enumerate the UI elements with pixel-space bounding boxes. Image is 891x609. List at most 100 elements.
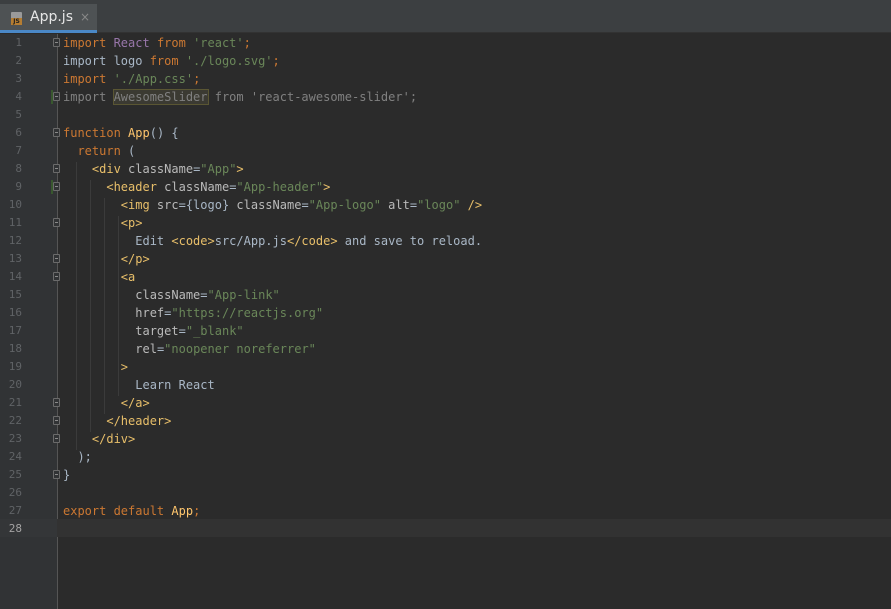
code-text: <p> [63, 214, 143, 232]
code-token: <code> [171, 234, 215, 248]
code-token: <a [120, 270, 136, 284]
code-editor[interactable]: 1 import React from 'react'; 2 import logo … [0, 34, 891, 609]
code-token: className [135, 288, 201, 302]
code-line[interactable]: 13 </p> [0, 250, 891, 268]
code-line[interactable]: 17 target="_blank" [0, 322, 891, 340]
code-text: import React from 'react'; [63, 34, 251, 52]
code-token: App [171, 504, 194, 518]
code-text: } [63, 466, 70, 484]
code-token: "noopener noreferrer" [164, 342, 316, 356]
fold-toggle-icon[interactable] [53, 218, 60, 227]
code-token: ; [193, 504, 201, 518]
code-line[interactable]: 6 function App() { [0, 124, 891, 142]
code-token: = [301, 198, 309, 212]
fold-toggle-icon[interactable] [53, 434, 60, 443]
code-line[interactable]: 7 return ( [0, 142, 891, 160]
code-token: import logo [63, 54, 150, 68]
tab-app-js[interactable]: App.js × [0, 4, 97, 33]
code-line[interactable]: 2 import logo from './logo.svg'; [0, 52, 891, 70]
line-number: 9 [15, 180, 22, 193]
code-line[interactable]: 10 <img src={logo} className="App-logo" … [0, 196, 891, 214]
code-line[interactable]: 18 rel="noopener noreferrer" [0, 340, 891, 358]
line-number: 6 [15, 126, 22, 139]
editor-tab-bar: App.js × [0, 0, 891, 33]
code-line[interactable]: 14 <a [0, 268, 891, 286]
fold-toggle-icon[interactable] [53, 128, 60, 137]
code-line[interactable]: 21 </a> [0, 394, 891, 412]
line-number: 25 [8, 468, 22, 481]
code-token: "logo" [417, 198, 468, 212]
code-token: AwesomeSlider [112, 89, 209, 105]
code-token: ; [409, 90, 418, 104]
code-token: './logo.svg' [185, 54, 273, 68]
fold-toggle-icon[interactable] [53, 416, 60, 425]
code-text: <div className="App"> [63, 160, 244, 178]
code-token: "_blank" [185, 324, 244, 338]
line-number: 19 [8, 360, 22, 373]
code-token: </a> [120, 396, 150, 410]
code-token: className [128, 162, 194, 176]
code-token: target [135, 324, 179, 338]
code-line[interactable]: 28 [0, 520, 891, 538]
js-file-icon [11, 12, 22, 25]
line-number: 1 [15, 36, 22, 49]
code-token: <p> [120, 216, 143, 230]
code-token: href [135, 306, 165, 320]
code-line[interactable]: 4 import AwesomeSlider from 'react-awesom… [0, 88, 891, 106]
code-token: </p> [120, 252, 150, 266]
code-token: src/App.js [214, 234, 287, 248]
code-line[interactable]: 1 import React from 'react'; [0, 34, 891, 52]
code-line[interactable]: 11 <p> [0, 214, 891, 232]
code-token: "https://reactjs.org" [171, 306, 324, 320]
code-line[interactable]: 22 </header> [0, 412, 891, 430]
line-number: 5 [15, 108, 22, 121]
code-line[interactable]: 23 </div> [0, 430, 891, 448]
code-line[interactable]: 25} [0, 466, 891, 484]
code-token: </div> [91, 432, 136, 446]
code-token: function [63, 126, 129, 140]
code-line[interactable]: 5 [0, 106, 891, 124]
code-line[interactable]: 27 export default App; [0, 502, 891, 520]
fold-toggle-icon[interactable] [53, 164, 60, 173]
code-token: ; [193, 72, 201, 86]
code-text: Edit <code>src/App.js</code> and save to… [63, 232, 482, 250]
code-text: <header className="App-header"> [63, 178, 330, 196]
fold-toggle-icon[interactable] [53, 92, 60, 101]
code-line[interactable]: 9 <header className="App-header"> [0, 178, 891, 196]
code-token: > [236, 162, 244, 176]
code-token: 'react-awesome-slider' [250, 90, 410, 104]
fold-toggle-icon[interactable] [53, 254, 60, 263]
code-token: Learn React [63, 378, 215, 392]
fold-toggle-icon[interactable] [53, 470, 60, 479]
indent-guide [76, 162, 77, 450]
code-text: href="https://reactjs.org" [63, 304, 323, 322]
fold-toggle-icon[interactable] [53, 398, 60, 407]
line-number: 12 [8, 234, 22, 247]
code-line[interactable]: 26 [0, 484, 891, 502]
code-line[interactable]: 16 href="https://reactjs.org" [0, 304, 891, 322]
line-number: 17 [8, 324, 22, 337]
code-line[interactable]: 3 import './App.css'; [0, 70, 891, 88]
line-number: 4 [15, 90, 22, 103]
fold-toggle-icon[interactable] [53, 272, 60, 281]
code-line[interactable]: 19 > [0, 358, 891, 376]
line-number: 13 [8, 252, 22, 265]
close-icon[interactable]: × [80, 10, 90, 24]
code-line[interactable]: 24 ); [0, 448, 891, 466]
code-token: ; [272, 54, 280, 68]
code-text: import './App.css'; [63, 70, 200, 88]
code-line[interactable]: 15 className="App-link" [0, 286, 891, 304]
fold-toggle-icon[interactable] [53, 182, 60, 191]
fold-toggle-icon[interactable] [53, 38, 60, 47]
code-token: React [113, 36, 157, 50]
code-token: > [323, 180, 331, 194]
code-token: ); [63, 450, 92, 464]
code-token: alt [388, 198, 410, 212]
code-line[interactable]: 20 Learn React [0, 376, 891, 394]
code-line[interactable]: 8 <div className="App"> [0, 160, 891, 178]
code-line[interactable]: 12 Edit <code>src/App.js</code> and save… [0, 232, 891, 250]
